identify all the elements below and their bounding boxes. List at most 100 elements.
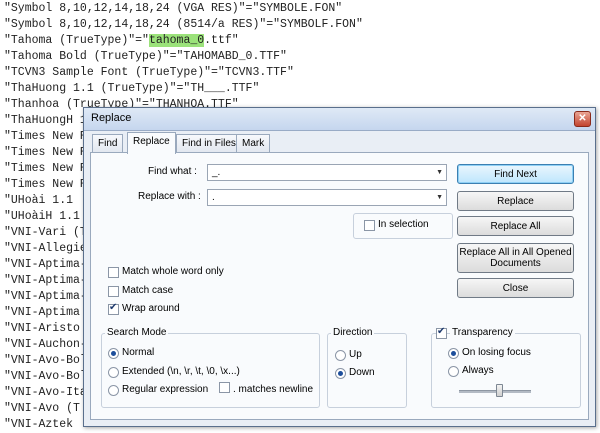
editor-line[interactable]: "Symbol 8,10,12,14,18,24 (VGA RES)"="SYM…	[4, 1, 342, 17]
editor-line-text: "Times New R	[4, 130, 87, 143]
direction-up-label: Up	[349, 349, 362, 360]
editor-line-text: "Times New R	[4, 146, 87, 159]
close-icon[interactable]: ✕	[574, 111, 591, 127]
tab-find-in-files[interactable]: Find in Files	[176, 134, 242, 153]
editor-line-text: "ThaHuongH 1	[4, 114, 87, 127]
editor-line-text: "VNI-Aztek	[4, 418, 74, 431]
search-mode-regex-label: Regular expression	[122, 384, 209, 395]
transparency-checkbox[interactable]	[436, 326, 447, 339]
editor-line-text: "UHoàiH 1.1	[4, 210, 80, 223]
transparency-always-radio[interactable]	[448, 366, 459, 377]
editor-line[interactable]: "VNI-Avo-Bol	[4, 353, 87, 369]
replace-with-value: .	[212, 192, 215, 203]
editor-line[interactable]: "VNI-Avo-Bol	[4, 369, 87, 385]
match-whole-word-label: Match whole word only	[122, 266, 224, 277]
editor-line-text: "VNI-Aristo	[4, 322, 80, 335]
editor-line[interactable]: "VNI-Auchon-	[4, 337, 87, 353]
editor-line[interactable]: "Tahoma (TrueType)"="tahoma_0.ttf"	[4, 33, 239, 49]
transparency-on-losing-focus-radio[interactable]	[448, 348, 459, 359]
replace-button[interactable]: Replace	[457, 191, 574, 211]
editor-line[interactable]: "Times New R	[4, 161, 87, 177]
editor-line-text: "Times New R	[4, 178, 87, 191]
replace-dialog: Replace ✕ Find Replace Find in Files Mar…	[83, 107, 596, 427]
wrap-around-checkbox[interactable]	[108, 302, 119, 315]
search-mode-title: Search Mode	[105, 327, 169, 338]
dialog-titlebar[interactable]: Replace ✕	[84, 108, 595, 131]
matches-newline-label: . matches newline	[233, 384, 314, 395]
editor-line[interactable]: "UHoài 1.1	[4, 193, 73, 209]
replace-with-label: Replace with :	[138, 191, 201, 202]
find-next-button[interactable]: Find Next	[457, 164, 574, 184]
matches-newline-checkbox[interactable]	[219, 382, 230, 393]
direction-up-radio[interactable]	[335, 350, 346, 361]
search-mode-extended-radio[interactable]	[108, 367, 119, 378]
editor-line-text: "VNI-Aptima	[4, 306, 80, 319]
editor-line[interactable]: "Times New R	[4, 129, 87, 145]
search-mode-normal-label: Normal	[122, 347, 155, 358]
transparency-title: Transparency	[450, 327, 515, 338]
dropdown-arrow-icon[interactable]: ▼	[436, 165, 443, 180]
tab-mark[interactable]: Mark	[236, 134, 271, 153]
editor-line[interactable]: "VNI-Aztek	[4, 417, 73, 433]
editor-line[interactable]: "Tahoma Bold (TrueType)"="TAHOMABD_0.TTF…	[4, 49, 287, 65]
replace-all-opened-button[interactable]: Replace All in All Opened Documents	[457, 243, 574, 273]
editor-line[interactable]: "UHoàiH 1.1	[4, 209, 80, 225]
tab-find[interactable]: Find	[92, 134, 124, 153]
editor-line[interactable]: "ThaHuongH 1	[4, 113, 87, 129]
in-selection-checkbox[interactable]	[364, 220, 375, 231]
editor-line-text: "VNI-Avo-Ita	[4, 386, 87, 399]
transparency-always-label: Always	[462, 365, 494, 376]
editor-line[interactable]: "VNI-Aptima-	[4, 289, 87, 305]
transparency-on-losing-focus-label: On losing focus	[462, 347, 531, 358]
editor-line-text: "Times New R	[4, 162, 87, 175]
editor-line[interactable]: "Times New R	[4, 177, 87, 193]
editor-line[interactable]: "Times New R	[4, 145, 87, 161]
direction-down-label: Down	[349, 367, 375, 378]
editor-line-text: "VNI-Aptima-	[4, 258, 87, 271]
search-mode-extended-label: Extended (\n, \r, \t, \0, \x...)	[122, 366, 240, 377]
editor-line[interactable]: "VNI-Aptima-	[4, 257, 87, 273]
replace-with-combobox[interactable]: . ▼	[207, 189, 447, 206]
editor-line[interactable]: "VNI-Vari (T	[4, 225, 87, 241]
match-case-checkbox[interactable]	[108, 286, 119, 297]
tab-replace[interactable]: Replace	[127, 132, 176, 154]
editor-line[interactable]: "VNI-Avo (T	[4, 401, 80, 417]
editor-line[interactable]: "VNI-Avo-Ita	[4, 385, 87, 401]
editor-line[interactable]: "ThaHuong 1.1 (TrueType)"="TH___.TTF"	[4, 81, 259, 97]
editor-line-text: "VNI-Avo-Bol	[4, 370, 87, 383]
direction-down-radio[interactable]	[335, 368, 346, 379]
replace-all-button[interactable]: Replace All	[457, 216, 574, 236]
editor-line-text: "TCVN3 Sample Font (TrueType)"="TCVN3.TT…	[4, 66, 294, 79]
editor-line-text: "VNI-Avo-Bol	[4, 354, 87, 367]
find-what-combobox[interactable]: _. ▼	[207, 164, 447, 181]
editor-line[interactable]: "VNI-Aristo	[4, 321, 80, 337]
editor-line[interactable]: "VNI-Aptima-	[4, 273, 87, 289]
editor-line[interactable]: "VNI-Aptima	[4, 305, 80, 321]
editor-line-text: .ttf"	[204, 34, 239, 47]
editor-line-text: "Tahoma Bold (TrueType)"="TAHOMABD_0.TTF…	[4, 50, 287, 63]
editor-line-text: "VNI-Aptima-	[4, 274, 87, 287]
match-case-label: Match case	[122, 285, 174, 296]
editor-line-text: "Tahoma (TrueType)"="	[4, 34, 149, 47]
editor-line-text: "Symbol 8,10,12,14,18,24 (VGA RES)"="SYM…	[4, 2, 343, 15]
editor-line[interactable]: "VNI-Allegie	[4, 241, 87, 257]
find-what-value: _.	[212, 167, 221, 178]
replace-tab-panel: Find what : _. ▼ Replace with : . ▼ In s…	[90, 152, 589, 420]
search-mode-normal-radio[interactable]	[108, 348, 119, 359]
search-mode-regex-radio[interactable]	[108, 385, 119, 396]
close-button[interactable]: Close	[457, 278, 574, 298]
editor-line-text: "VNI-Allegie	[4, 242, 87, 255]
direction-title: Direction	[331, 327, 375, 338]
wrap-around-label: Wrap around	[122, 303, 180, 314]
dialog-title: Replace	[91, 112, 132, 124]
editor-line-text: "VNI-Aptima-	[4, 290, 87, 303]
match-whole-word-checkbox[interactable]	[108, 267, 119, 278]
dropdown-arrow-icon[interactable]: ▼	[436, 190, 443, 205]
editor-line-text: "Symbol 8,10,12,14,18,24 (8514/a RES)"="…	[4, 18, 363, 31]
editor-line[interactable]: "Symbol 8,10,12,14,18,24 (8514/a RES)"="…	[4, 17, 363, 33]
transparency-slider-thumb[interactable]	[495, 384, 503, 397]
in-selection-label: In selection	[378, 219, 429, 230]
editor-line[interactable]: "TCVN3 Sample Font (TrueType)"="TCVN3.TT…	[4, 65, 294, 81]
editor-line-text: "VNI-Vari (T	[4, 226, 87, 239]
search-match-highlight: tahoma_0	[148, 34, 205, 47]
